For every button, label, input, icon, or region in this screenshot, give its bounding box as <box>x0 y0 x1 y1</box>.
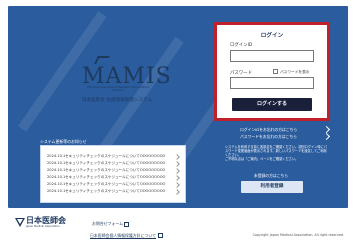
external-link-icon <box>158 233 163 238</box>
external-link-icon <box>124 222 129 227</box>
login-button[interactable]: ログインする <box>232 98 312 111</box>
news-date: 2024.10.1 <box>47 189 66 193</box>
password-input[interactable] <box>230 77 314 89</box>
news-text: セキュリティチェックのスケジュールについてOOOOOOOOO <box>65 161 166 165</box>
forgot-password-link[interactable]: パスワードをお忘れの方はこちら <box>240 134 297 140</box>
login-id-input[interactable] <box>230 50 314 62</box>
news-date: 2024.10.1 <box>47 161 66 165</box>
login-title: ログイン <box>260 33 284 39</box>
show-password-label: パスワードを表示 <box>280 70 310 74</box>
news-item[interactable]: 2024.10.1 セキュリティチェックのスケジュールについてOOOOOOOOO <box>47 168 183 174</box>
news-date: 2024.10.1 <box>47 154 66 158</box>
news-text: セキュリティチェックのスケジュールについてOOOOOOOOO <box>65 168 166 172</box>
news-text: セキュリティチェックのスケジュールについてOOOOOOOOO <box>65 182 166 186</box>
news-text: セキュリティチェックのスケジュールについてOOOOOOOOO <box>65 175 166 179</box>
password-label: パスワード <box>230 71 252 76</box>
login-screen: MAMIS Medical Association Member Informa… <box>0 0 354 245</box>
chevron-right-icon <box>174 168 180 174</box>
news-item[interactable]: 2024.10.1 セキュリティチェックのスケジュールについてOOOOOOOOO <box>47 154 183 160</box>
news-text: セキュリティチェックのスケジュールについてOOOOOOOOO <box>65 154 166 158</box>
chevron-right-icon <box>174 161 180 167</box>
login-notice-line: ご不明な点は「ご案内」ページをご確認ください。 <box>225 157 299 161</box>
register-caption: 未登録の方はこちら <box>253 173 289 178</box>
site-title: 日本医師会 会員情報管理システム <box>81 98 153 103</box>
copyright-text: Copyright Japan Medical Association. All… <box>252 233 344 237</box>
jma-logo-icon <box>15 218 25 227</box>
logo-subtitle: Medical Association Member Information S… <box>87 85 149 92</box>
register-button[interactable]: 利用者登録 <box>241 181 303 193</box>
news-date: 2024.10.1 <box>47 182 66 186</box>
chevron-right-icon <box>174 182 180 188</box>
news-text: セキュリティチェックのスケジュールについてOOOOOOOOO <box>65 189 166 193</box>
chevron-right-icon <box>174 175 180 181</box>
news-item[interactable]: 2024.10.1 セキュリティチェックのスケジュールについてOOOOOOOOO <box>47 175 183 181</box>
login-notice-line: システムを利用する前に各設定をご確認ください。初回ログイン時にパスワード変更画面… <box>225 145 327 157</box>
chevron-right-icon <box>174 154 180 160</box>
inquiry-form-link[interactable]: お問合せフォーム <box>92 221 123 227</box>
news-date: 2024.10.1 <box>47 175 66 179</box>
news-item[interactable]: 2024.10.1 セキュリティチェックのスケジュールについてOOOOOOOOO <box>47 189 183 195</box>
login-id-label: ログインID <box>230 43 253 48</box>
footer-org-subtitle: Japan Medical Association <box>26 225 60 228</box>
news-item[interactable]: 2024.10.1 セキュリティチェックのスケジュールについてOOOOOOOOO <box>47 182 183 188</box>
chevron-right-icon <box>174 189 180 195</box>
privacy-policy-link[interactable]: 日本医師会個人情報保護方針について <box>90 233 156 239</box>
news-item[interactable]: 2024.10.1 セキュリティチェックのスケジュールについてOOOOOOOOO <box>47 161 183 167</box>
show-password-checkbox[interactable] <box>273 69 278 74</box>
login-notice: システムを利用する前に各設定をご確認ください。初回ログイン時にパスワード変更画面… <box>225 145 329 161</box>
forgot-id-link[interactable]: ログインIDをお忘れの方はこちら <box>240 127 297 133</box>
news-date: 2024.10.1 <box>47 168 66 172</box>
news-list: 2024.10.1 セキュリティチェックのスケジュールについてOOOOOOOOO… <box>40 145 186 203</box>
